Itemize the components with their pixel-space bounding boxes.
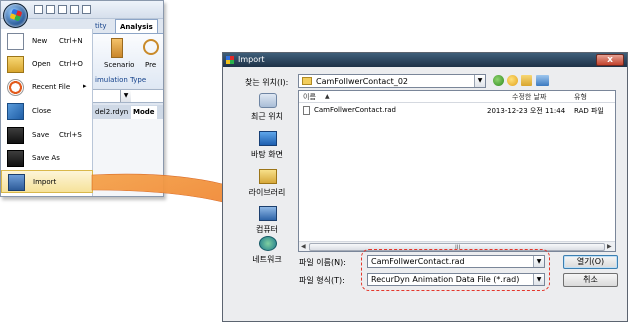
document-tabs: del2.rdyn Mode [91,105,163,119]
menu-item-shortcut: Ctrl+N [59,37,83,45]
new-folder-icon[interactable] [521,75,532,86]
places-bar: 최근 위치 바탕 화면 라이브러리 컴퓨터 네트워크 [239,91,295,264]
file-name: CamFollwerContact.rad [314,106,396,114]
menu-item-shortcut: Ctrl+O [59,60,83,68]
menu-item-label: New [32,37,48,45]
look-in-label: 찾는 위치(I): [245,78,289,87]
column-header-type[interactable]: 유형 [574,92,587,102]
place-recent[interactable]: 최근 위치 [239,91,295,131]
file-list[interactable]: 이름 ▲ 수정한 날짜 유형 CamFollwerContact.rad 201… [298,90,616,252]
file-type: RAD 파일 [574,107,604,115]
filetype-value: RecurDyn Animation Data File (*.rad) [371,275,520,284]
column-header-name[interactable]: 이름 [303,92,316,102]
save-icon[interactable] [58,5,67,14]
filename-input[interactable]: CamFollwerContact.rad ▼ [367,255,545,268]
scroll-right-icon[interactable]: ▶ [607,243,612,250]
app-logo-icon [226,56,234,64]
chevron-down-icon[interactable]: ▼ [474,75,485,87]
recent-places-icon [259,93,277,108]
menu-item-label: Save [32,131,50,139]
document-area [91,119,163,196]
doc-tab-model2[interactable]: del2.rdyn [93,106,130,119]
save-as-icon [7,150,24,167]
menu-item-save-as[interactable]: Save As [1,147,93,170]
up-folder-icon[interactable] [507,75,518,86]
cancel-button[interactable]: 취소 [563,273,618,287]
menu-item-label: Open [32,60,51,68]
dialog-title: Import [238,55,265,64]
scroll-left-icon[interactable]: ◀ [301,243,306,250]
filetype-label: 파일 형식(T): [299,276,345,285]
recent-files-icon [7,79,24,96]
close-button[interactable]: x [596,54,624,66]
ribbon-panel: Scenario Pre imulation Type [91,33,163,88]
tab-analysis[interactable]: Analysis [115,19,158,33]
look-in-dropdown[interactable]: CamFollwerContact_02 ▼ [298,74,486,88]
open-file-icon[interactable] [46,5,55,14]
place-network[interactable]: 네트워크 [239,234,295,274]
back-icon[interactable] [493,75,504,86]
menu-item-recent-file[interactable]: Recent File ▸ [1,76,93,99]
menu-item-import[interactable]: Import [1,170,93,193]
dialog-title-bar[interactable]: Import x [223,53,627,67]
column-header-modified[interactable]: 수정한 날짜 [512,92,546,102]
look-in-value: CamFollwerContact_02 [316,77,408,86]
menu-item-label: Save As [32,154,60,162]
menu-item-open[interactable]: Open Ctrl+O [1,53,93,76]
library-icon [259,169,277,184]
place-libraries[interactable]: 라이브러리 [239,167,295,207]
place-label: 네트워크 [252,255,282,264]
scenario-icon [111,38,123,58]
view-menu-icon[interactable] [536,75,549,86]
menu-item-label: Close [32,107,52,115]
chevron-down-icon[interactable]: ▼ [533,256,544,267]
new-document-icon [7,33,24,50]
application-window: tity Analysis Scenario Pre imulation Typ… [0,0,164,197]
filetype-select[interactable]: RecurDyn Animation Data File (*.rad) ▼ [367,273,545,286]
place-label: 최근 위치 [251,112,283,121]
file-icon [303,106,310,115]
pre-icon [143,39,159,55]
tab-entity[interactable]: tity [91,19,111,33]
filename-label: 파일 이름(N): [299,258,346,267]
place-label: 라이브러리 [248,188,286,197]
menu-item-new[interactable]: New Ctrl+N [1,30,93,53]
filename-value: CamFollwerContact.rad [371,257,465,266]
undo-icon[interactable] [82,5,91,14]
network-icon [259,236,277,251]
ribbon-dropdown[interactable]: ▼ [91,89,163,103]
menu-item-label: Recent File [32,83,71,91]
new-file-icon[interactable] [34,5,43,14]
ribbon-tabs: tity Analysis [91,19,163,33]
sort-ascending-icon: ▲ [325,93,330,100]
place-label: 바탕 화면 [251,150,283,159]
file-list-header: 이름 ▲ 수정한 날짜 유형 [299,91,615,103]
doc-tab-model[interactable]: Mode [131,106,157,119]
file-row[interactable]: CamFollwerContact.rad 2013-12-23 오전 11:4… [301,105,613,116]
close-document-icon [7,103,24,120]
place-desktop[interactable]: 바탕 화면 [239,129,295,169]
chevron-down-icon[interactable]: ▼ [533,274,544,285]
menu-item-close[interactable]: Close [1,100,93,123]
desktop-icon [259,131,277,146]
ribbon-group-label: imulation Type [95,76,147,84]
pre-button[interactable]: Pre [145,61,156,69]
computer-icon [259,206,277,221]
open-button[interactable]: 열기(O) [563,255,618,269]
import-icon [8,174,25,191]
open-folder-icon [7,56,24,73]
menu-item-shortcut: Ctrl+S [59,131,82,139]
print-icon[interactable] [70,5,79,14]
file-modified: 2013-12-23 오전 11:44 [487,107,566,115]
chevron-right-icon: ▸ [83,82,87,90]
scenario-button[interactable]: Scenario [104,61,134,69]
application-menu-button[interactable] [3,3,28,28]
chevron-down-icon[interactable]: ▼ [120,90,131,102]
file-menu: New Ctrl+N Open Ctrl+O Recent File ▸ Clo… [1,29,93,196]
menu-item-save[interactable]: Save Ctrl+S [1,124,93,147]
menu-item-label: Import [33,178,57,186]
import-dialog: Import x 찾는 위치(I): CamFollwerContact_02 … [222,52,628,322]
save-icon [7,127,24,144]
folder-icon [302,77,312,85]
